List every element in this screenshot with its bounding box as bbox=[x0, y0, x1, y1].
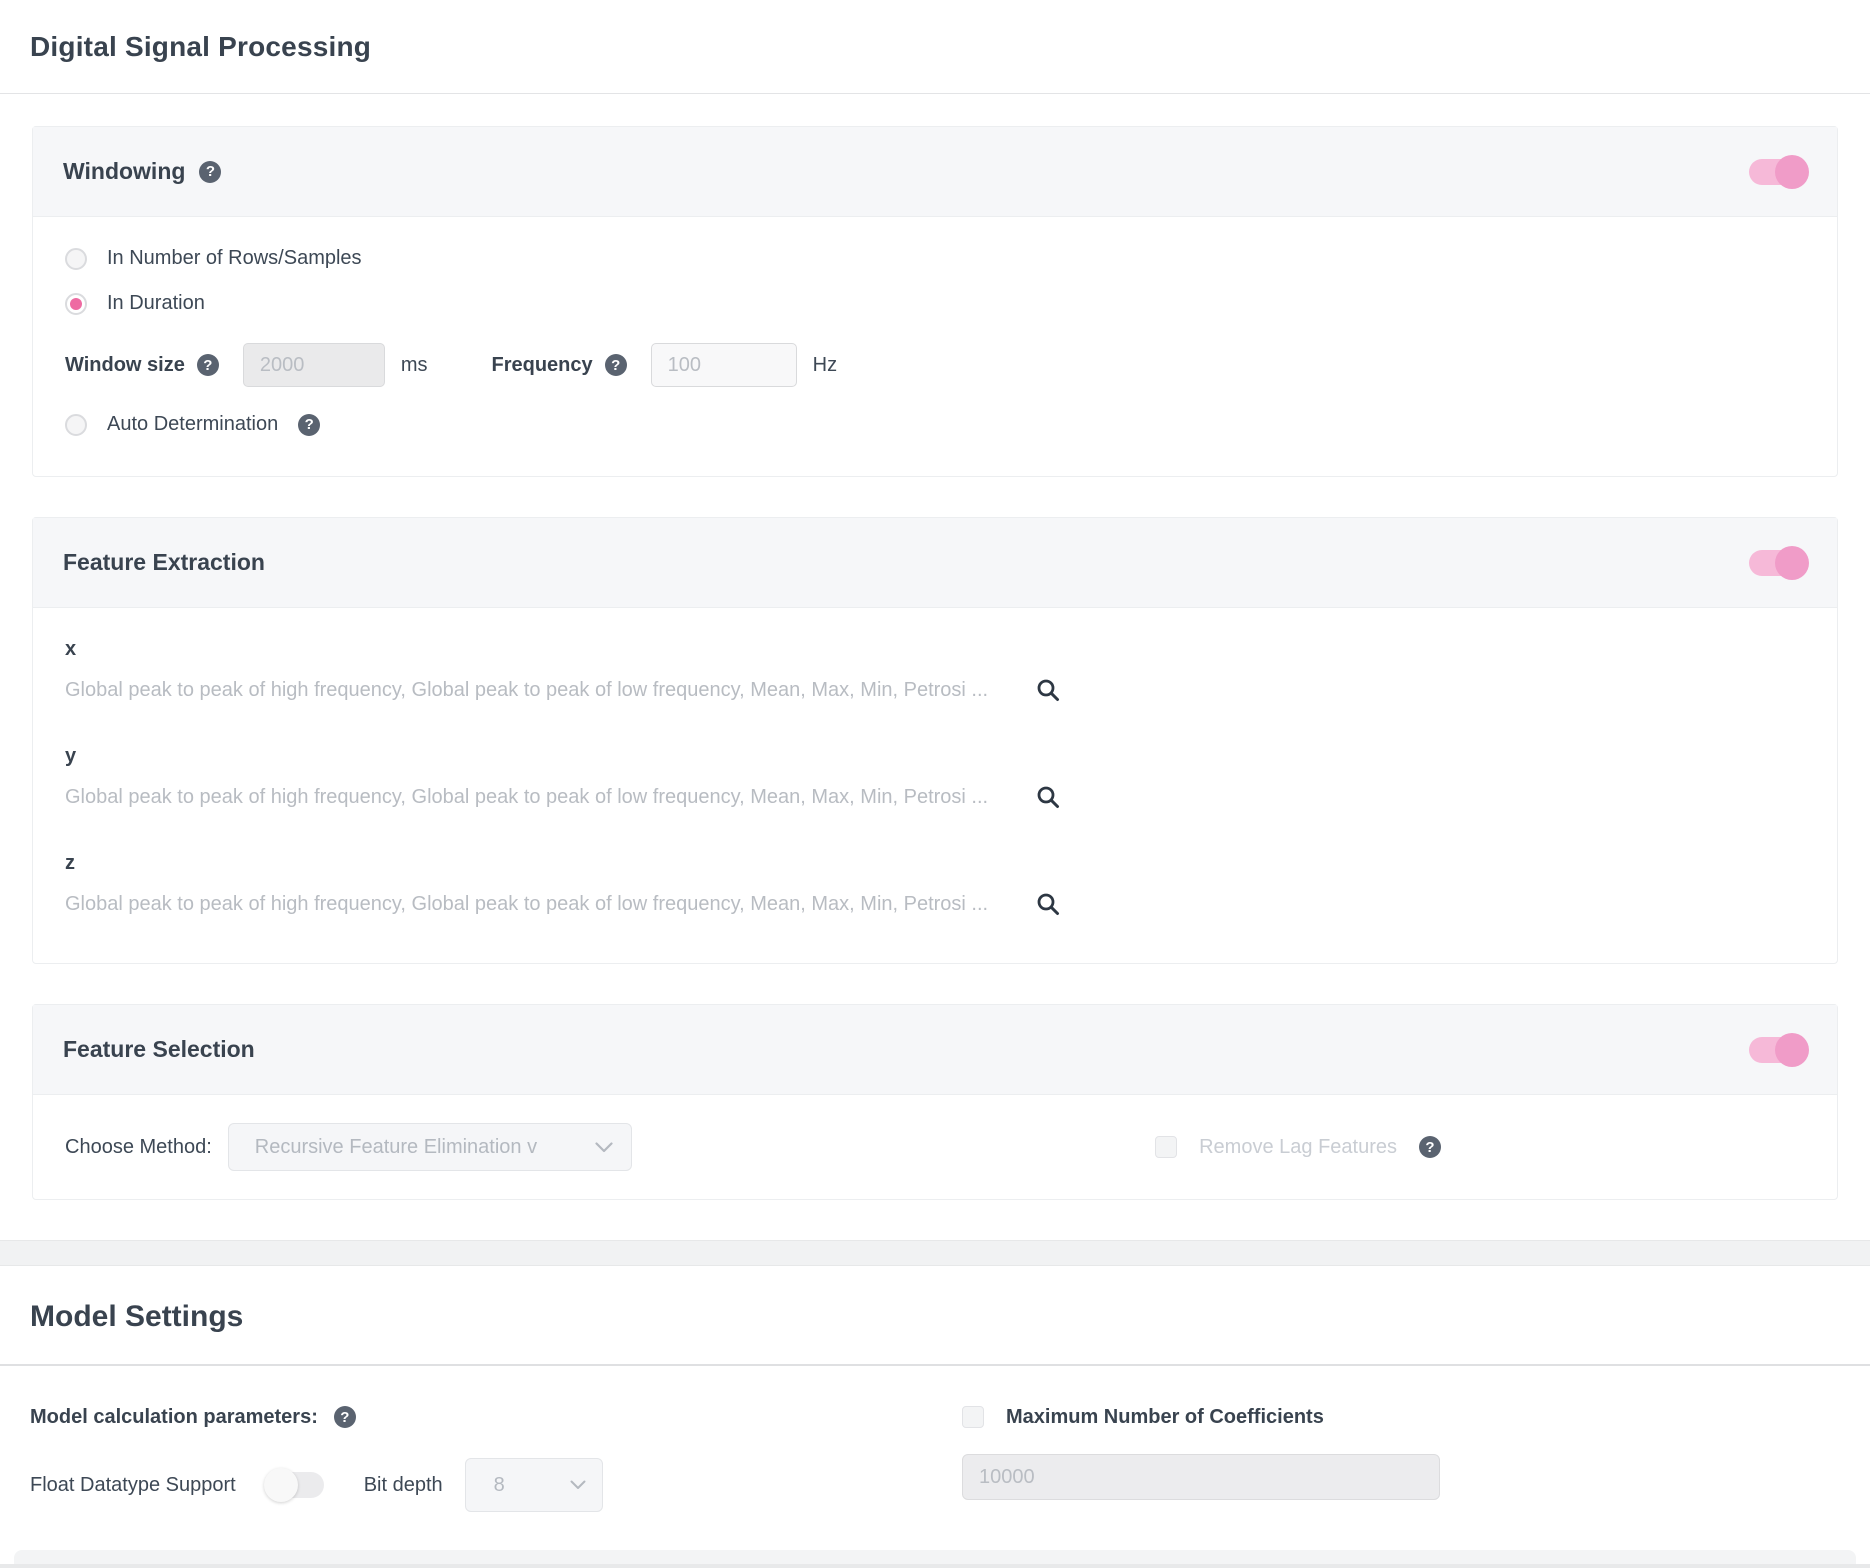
windowing-card-header: Windowing ? bbox=[33, 127, 1837, 217]
calc-params-label: Model calculation parameters: bbox=[30, 1406, 318, 1429]
toggle-knob bbox=[1775, 155, 1809, 189]
axis-label: x bbox=[65, 638, 1805, 661]
feature-selection-card: Feature Selection Choose Method: Recursi… bbox=[32, 1004, 1838, 1200]
axis-label: z bbox=[65, 852, 1805, 875]
feature-extraction-toggle[interactable] bbox=[1749, 550, 1807, 576]
radio-option-auto-determination[interactable]: Auto Determination ? bbox=[65, 413, 1805, 436]
feature-selection-card-header: Feature Selection bbox=[33, 1005, 1837, 1095]
max-coefficients-input[interactable] bbox=[962, 1454, 1440, 1500]
chevron-down-icon bbox=[570, 1480, 586, 1490]
bit-depth-value: 8 bbox=[494, 1474, 505, 1497]
feature-extraction-card-header: Feature Extraction bbox=[33, 518, 1837, 608]
feature-selection-title: Feature Selection bbox=[63, 1036, 255, 1063]
help-icon[interactable]: ? bbox=[298, 414, 320, 436]
toggle-knob bbox=[264, 1468, 298, 1502]
window-size-input[interactable] bbox=[243, 343, 385, 387]
radio-option-rows-samples[interactable]: In Number of Rows/Samples bbox=[65, 247, 1805, 270]
windowing-toggle[interactable] bbox=[1749, 159, 1807, 185]
remove-lag-label: Remove Lag Features bbox=[1199, 1136, 1397, 1159]
float-datatype-label: Float Datatype Support bbox=[30, 1474, 236, 1497]
help-icon[interactable]: ? bbox=[197, 354, 219, 376]
window-size-label: Window size bbox=[65, 354, 185, 377]
feature-extraction-card: Feature Extraction x y bbox=[32, 517, 1838, 964]
bit-depth-label: Bit depth bbox=[364, 1474, 443, 1497]
search-icon[interactable] bbox=[1035, 784, 1061, 810]
help-icon[interactable]: ? bbox=[1419, 1136, 1441, 1158]
radio-icon-checked bbox=[65, 293, 87, 315]
radio-label: In Duration bbox=[107, 292, 205, 315]
axis-z-features-input[interactable] bbox=[65, 893, 1017, 916]
chevron-down-icon bbox=[595, 1142, 613, 1153]
feature-extraction-title: Feature Extraction bbox=[63, 549, 265, 576]
window-size-row: Window size ? ms Frequency ? Hz bbox=[65, 343, 1805, 387]
dsp-settings-panel: Windowing ? In Number of Rows/Samples In… bbox=[0, 94, 1870, 1240]
max-coefficients-label: Maximum Number of Coefficients bbox=[1006, 1406, 1324, 1429]
search-icon[interactable] bbox=[1035, 891, 1061, 917]
frequency-label: Frequency bbox=[492, 354, 593, 377]
windowing-card-body: In Number of Rows/Samples In Duration Wi… bbox=[33, 217, 1837, 476]
help-icon[interactable]: ? bbox=[605, 354, 627, 376]
model-settings-section: Model Settings Model calculation paramet… bbox=[0, 1266, 1870, 1512]
page-title: Digital Signal Processing bbox=[30, 31, 371, 63]
section-separator bbox=[0, 1240, 1870, 1266]
frequency-unit: Hz bbox=[813, 354, 837, 377]
frequency-input[interactable] bbox=[651, 343, 797, 387]
search-icon[interactable] bbox=[1035, 677, 1061, 703]
axis-x-features-input[interactable] bbox=[65, 679, 1017, 702]
model-settings-body: Model calculation parameters: ? Float Da… bbox=[0, 1366, 1870, 1512]
remove-lag-checkbox[interactable] bbox=[1155, 1136, 1177, 1158]
axis-y-group: y bbox=[65, 745, 1805, 810]
next-section-peek bbox=[14, 1550, 1856, 1564]
radio-label: Auto Determination bbox=[107, 413, 278, 436]
bit-depth-select[interactable]: 8 bbox=[465, 1458, 603, 1512]
toggle-knob bbox=[1775, 546, 1809, 580]
axis-z-group: z bbox=[65, 852, 1805, 917]
method-select[interactable]: Recursive Feature Elimination v bbox=[228, 1123, 632, 1171]
model-settings-title: Model Settings bbox=[0, 1266, 1870, 1364]
radio-option-in-duration[interactable]: In Duration bbox=[65, 292, 1805, 315]
feature-selection-toggle[interactable] bbox=[1749, 1037, 1807, 1063]
page-bottom-edge bbox=[0, 1564, 1870, 1568]
help-icon[interactable]: ? bbox=[199, 161, 221, 183]
method-select-value: Recursive Feature Elimination v bbox=[255, 1136, 537, 1159]
radio-label: In Number of Rows/Samples bbox=[107, 247, 362, 270]
choose-method-label: Choose Method: bbox=[65, 1136, 212, 1159]
max-coefficients-checkbox[interactable] bbox=[962, 1406, 984, 1428]
feature-extraction-card-body: x y bbox=[33, 608, 1837, 963]
windowing-title: Windowing bbox=[63, 158, 185, 185]
radio-icon bbox=[65, 248, 87, 270]
windowing-card: Windowing ? In Number of Rows/Samples In… bbox=[32, 126, 1838, 477]
radio-icon bbox=[65, 414, 87, 436]
axis-y-features-input[interactable] bbox=[65, 786, 1017, 809]
float-datatype-toggle[interactable] bbox=[266, 1472, 324, 1498]
axis-label: y bbox=[65, 745, 1805, 768]
window-size-unit: ms bbox=[401, 354, 428, 377]
axis-x-group: x bbox=[65, 638, 1805, 703]
help-icon[interactable]: ? bbox=[334, 1406, 356, 1428]
feature-selection-card-body: Choose Method: Recursive Feature Elimina… bbox=[33, 1095, 1837, 1199]
page-header: Digital Signal Processing bbox=[0, 0, 1870, 94]
toggle-knob bbox=[1775, 1033, 1809, 1067]
